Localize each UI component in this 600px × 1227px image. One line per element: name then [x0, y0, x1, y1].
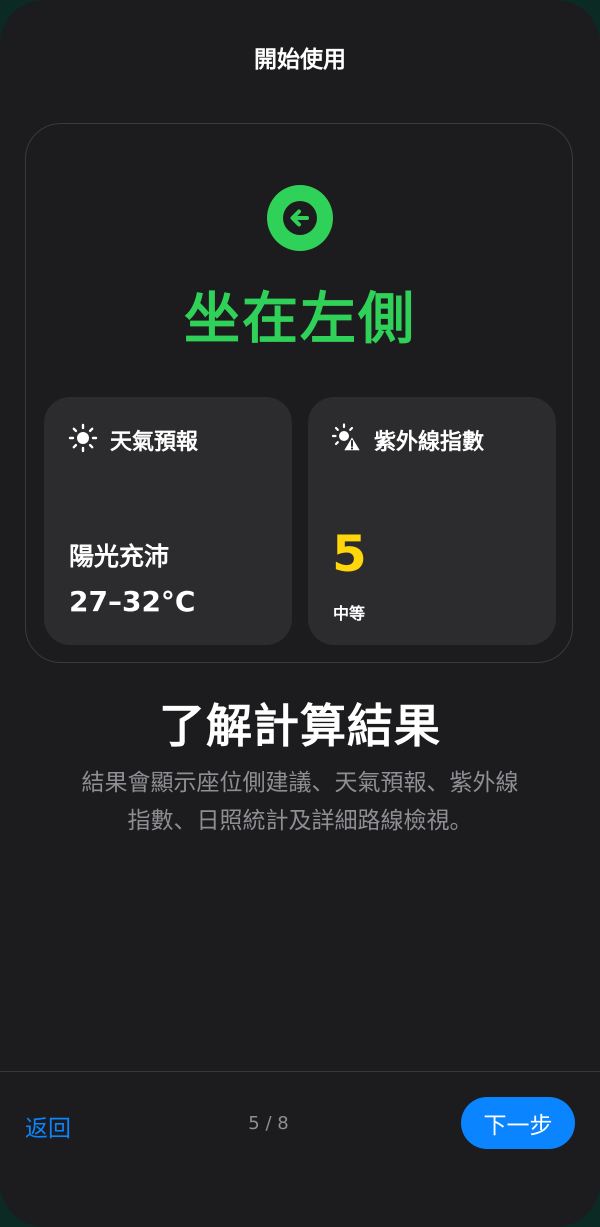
weather-card: 天氣預報 陽光充沛 27–32°C [44, 397, 292, 645]
onboarding-sheet: 開始使用 坐在左側 天氣預報 陽光充沛 27–32°C 紫外線指數 5 中等 了… [0, 0, 600, 1227]
uv-card-header: 紫外線指數 [331, 423, 485, 457]
page-title: 開始使用 [254, 47, 346, 73]
uv-level-text: 中等 [333, 604, 366, 623]
seat-side-title: 坐在左側 [184, 287, 416, 352]
weather-card-header: 天氣預報 [68, 423, 198, 457]
preview-card: 坐在左側 天氣預報 陽光充沛 27–32°C 紫外線指數 5 中等 [25, 123, 573, 663]
uv-card: 紫外線指數 5 中等 [308, 397, 556, 645]
arrow-left-circle-icon [267, 185, 333, 251]
step-description-line: 指數、日照統計及詳細路線檢視。 [127, 808, 473, 834]
footer-divider [0, 1071, 600, 1072]
sun-warning-icon [331, 423, 362, 457]
temperature-range: 27–32°C [69, 585, 196, 618]
step-title: 了解計算結果 [159, 699, 441, 753]
weather-card-label: 天氣預報 [110, 430, 199, 455]
page-indicator: 5 / 8 [248, 1113, 289, 1134]
uv-index-value: 5 [332, 525, 367, 583]
weather-condition: 陽光充沛 [69, 542, 170, 571]
uv-card-label: 紫外線指數 [374, 430, 485, 455]
step-description: 結果會顯示座位側建議、天氣預報、紫外線 指數、日照統計及詳細路線檢視。 [40, 764, 560, 840]
next-button[interactable]: 下一步 [461, 1097, 575, 1149]
step-description-line: 結果會顯示座位側建議、天氣預報、紫外線 [81, 770, 519, 796]
sun-icon [68, 423, 98, 457]
